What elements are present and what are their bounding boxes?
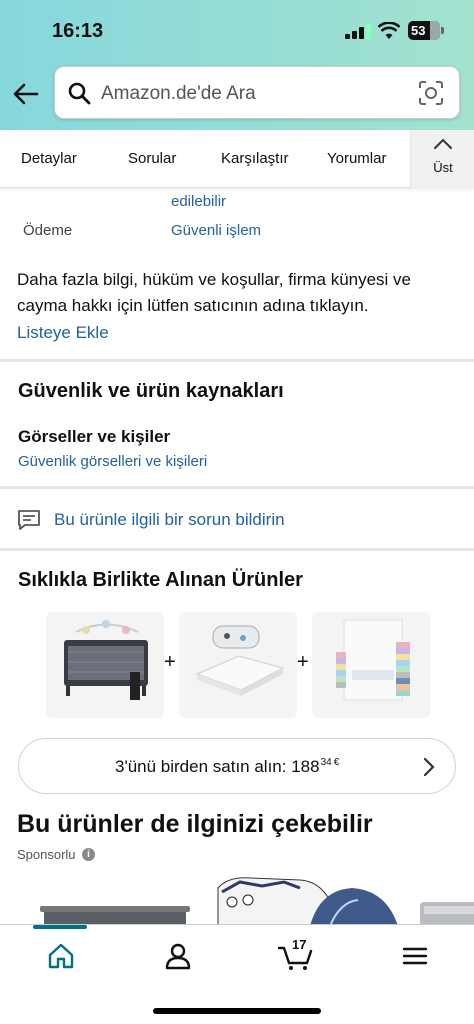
buy-all-price-whole: 188: [291, 757, 320, 776]
battery-nub: [441, 27, 444, 34]
return-policy-value[interactable]: edilebilir: [171, 193, 226, 210]
divider: [0, 359, 474, 362]
info-icon[interactable]: i: [82, 848, 95, 861]
safety-images-link[interactable]: Güvenlik görselleri ve kişileri: [18, 453, 207, 470]
tab-reviews[interactable]: Yorumlar: [327, 150, 386, 167]
chevron-right-icon: [423, 757, 435, 777]
cellular-signal-icon: [345, 23, 371, 39]
product-image-mattress[interactable]: [179, 612, 297, 718]
divider: [0, 486, 474, 489]
search-icon: [68, 82, 91, 105]
back-arrow-icon[interactable]: [12, 80, 40, 108]
status-time: 16:13: [52, 20, 104, 42]
home-icon[interactable]: [46, 941, 76, 971]
payment-label: Ödeme: [23, 222, 73, 239]
tab-questions[interactable]: Sorular: [128, 150, 176, 167]
product-image-travel-cot[interactable]: [46, 612, 164, 718]
camera-scan-icon[interactable]: [418, 80, 444, 106]
battery-level: 53: [411, 23, 426, 38]
fitted-sheets-image: [336, 619, 410, 701]
seller-info-text: Daha fazla bilgi, hüküm ve koşullar, fir…: [17, 270, 412, 315]
account-icon[interactable]: [163, 941, 193, 971]
buy-all-text: 3'ünü birden satın alın:: [115, 757, 292, 776]
buy-all-three-button[interactable]: 3'ünü birden satın alın: 18834 €: [18, 738, 456, 794]
active-tab-indicator: [33, 925, 87, 929]
section-tabs: Detaylar Sorular Karşılaştır Yorumlar Üs…: [0, 130, 474, 188]
safety-section-title: Güvenlik ve ürün kaynakları: [18, 380, 284, 402]
buy-all-price-currency: €: [333, 757, 340, 768]
tab-compare[interactable]: Karşılaştır: [221, 150, 289, 167]
product-image-fitted-sheets[interactable]: [312, 612, 430, 718]
battery-empty-part: [430, 21, 440, 40]
header: 16:13 53 Amazon.de'de Ara: [0, 0, 474, 130]
search-input[interactable]: Amazon.de'de Ara: [101, 83, 256, 105]
feedback-icon: [18, 510, 40, 530]
divider: [0, 548, 474, 551]
scroll-to-top-button[interactable]: Üst: [410, 130, 474, 188]
scroll-to-top-label: Üst: [433, 160, 453, 175]
payment-value[interactable]: Güvenli işlem: [171, 222, 261, 239]
search-bar[interactable]: Amazon.de'de Ara: [54, 66, 460, 119]
recommendations-title: Bu ürünler de ilginizi çekebilir: [17, 810, 373, 838]
battery-icon: 53: [408, 21, 444, 40]
sponsored-label: Sponsorlu: [17, 847, 76, 862]
plus-sign: +: [164, 651, 176, 673]
chevron-up-icon: [434, 138, 452, 149]
travel-cot-image: [64, 620, 148, 700]
sponsored-products-carousel[interactable]: [0, 872, 474, 926]
buy-all-price-fraction: 34: [320, 757, 332, 768]
status-bar: 16:13 53: [0, 0, 474, 62]
wifi-icon: [378, 22, 400, 39]
bought-together-title: Sıklıkla Birlikte Alınan Ürünler: [18, 569, 303, 591]
add-to-list-link[interactable]: Listeye Ekle: [17, 323, 109, 343]
cart-icon[interactable]: [278, 941, 314, 971]
tab-details[interactable]: Detaylar: [21, 150, 77, 167]
home-indicator: [153, 1008, 321, 1014]
buy-all-label: 3'ünü birden satın alın: 18834 €: [115, 757, 339, 777]
mattress-image: [195, 625, 285, 696]
menu-icon[interactable]: [400, 941, 430, 971]
safety-subtitle: Görseller ve kişiler: [18, 427, 171, 446]
plus-sign: +: [297, 651, 309, 673]
report-issue-link[interactable]: Bu ürünle ilgili bir sorun bildirin: [54, 510, 285, 530]
